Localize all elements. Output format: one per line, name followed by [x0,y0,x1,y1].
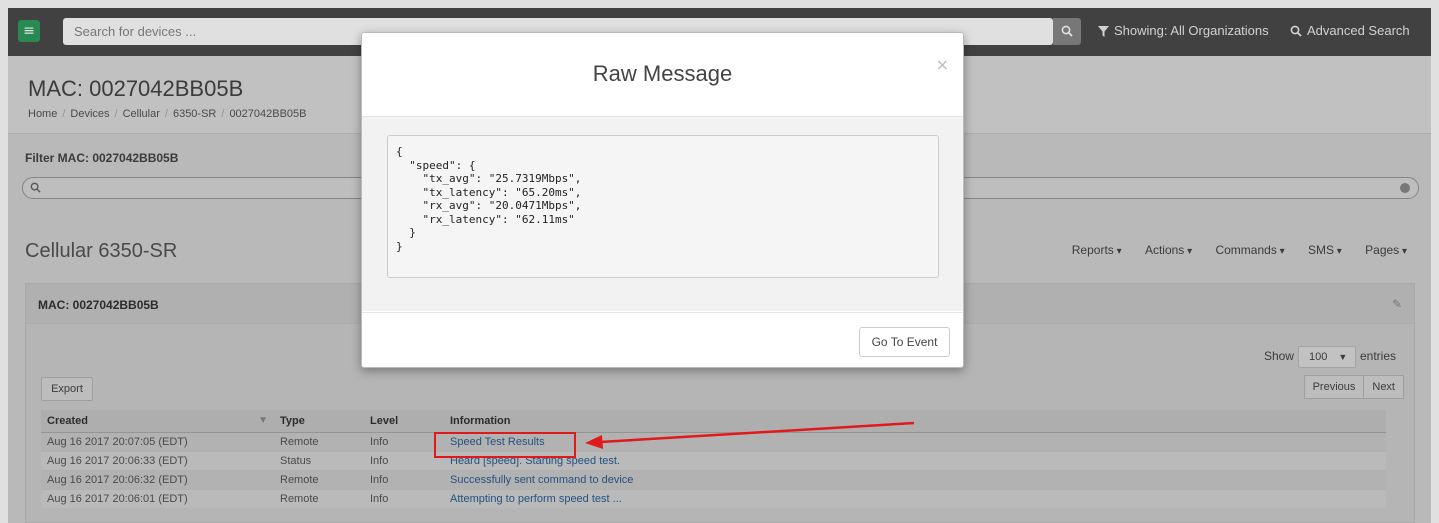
annotation-arrow-icon [585,421,915,449]
